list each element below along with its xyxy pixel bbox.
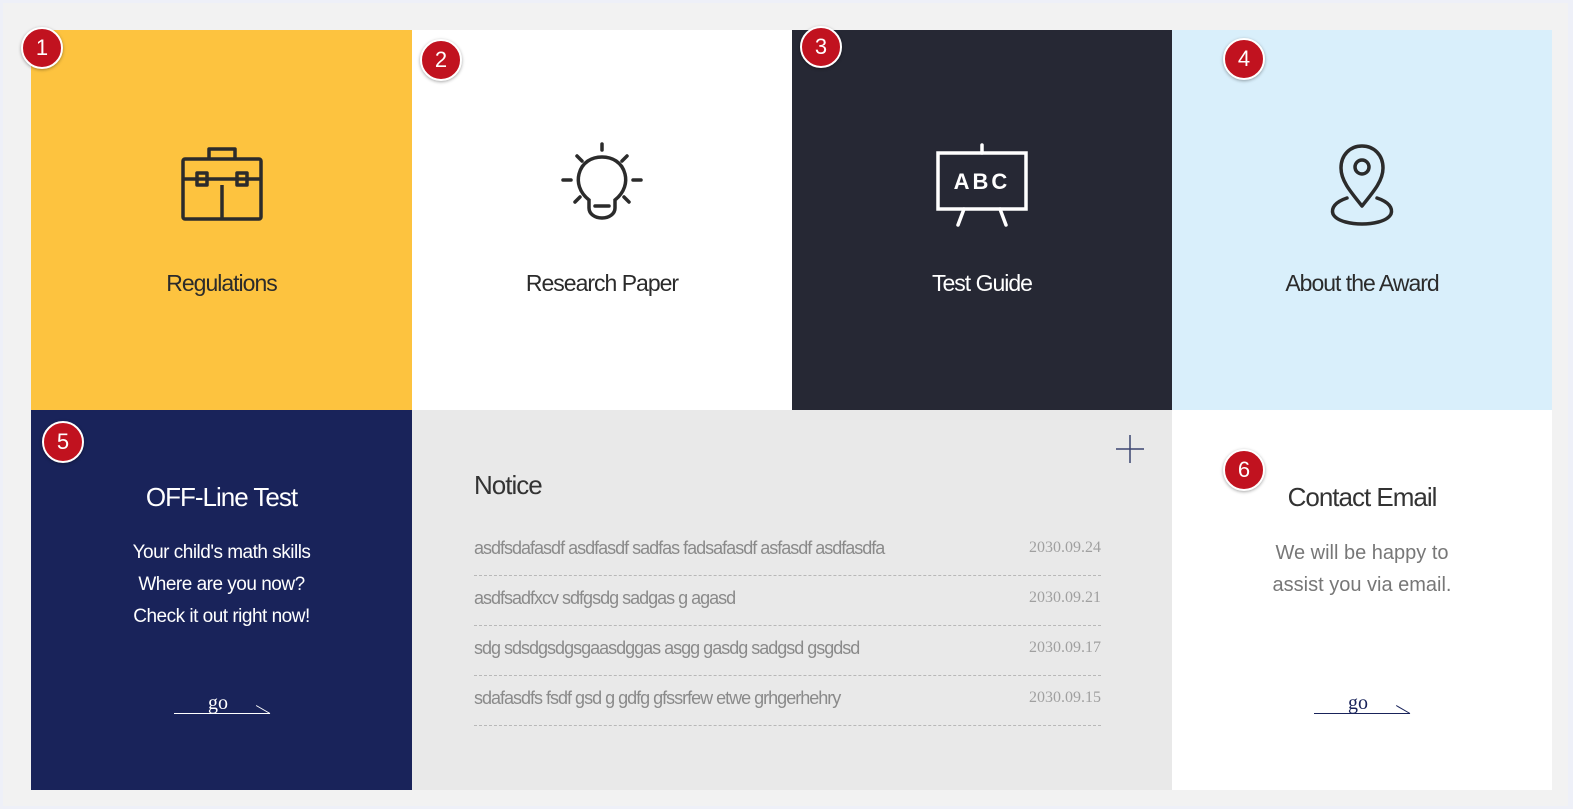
briefcase-icon [31, 140, 412, 230]
contact-go-link[interactable]: go [1314, 692, 1411, 714]
badge-4: 4 [1223, 38, 1265, 80]
notice-item-text: asdfsadfxcv sdfgsdg sadgas g agasd [474, 588, 736, 608]
notice-item-date: 2030.09.21 [1029, 589, 1101, 606]
badge-5: 5 [42, 421, 84, 463]
offline-go-link[interactable]: go [174, 692, 271, 714]
notice-panel: Notice asdfsdafasdf asdfasdf sadfas fads… [412, 410, 1172, 790]
contact-title: Contact Email [1287, 482, 1438, 512]
offline-line-1: Your child's math skills [132, 542, 311, 563]
notice-item[interactable]: sdg sdsdgsdgsgaasdggas asgg gasdg sadgsd… [474, 626, 1101, 676]
notice-item[interactable]: asdfsadfxcv sdfgsdg sadgas g agasd 2030.… [474, 576, 1101, 626]
notice-item-date: 2030.09.15 [1029, 689, 1101, 706]
notice-item[interactable]: asdfsdafasdf asdfasdf sadfas fadsafasdf … [474, 526, 1101, 576]
notice-item-date: 2030.09.17 [1029, 639, 1101, 656]
chalkboard-icon: ABC [792, 140, 1172, 230]
tile-test-guide[interactable]: ABC Test Guide [792, 30, 1172, 410]
notice-item-text: sdg sdsdgsdgsgaasdggas asgg gasdg sadgsd… [474, 638, 860, 658]
contact-line-2: assist you via email. [1272, 574, 1452, 596]
page-frame: Regulations Research Paper ABC Test Guid… [3, 3, 1568, 806]
plus-icon[interactable] [1115, 434, 1145, 464]
tile-offline-test: OFF-Line Test Your child's math skills W… [31, 410, 412, 790]
go-underline [174, 713, 270, 714]
location-pin-icon [1172, 140, 1552, 230]
go-underline [1314, 713, 1410, 714]
tile-label: Test Guide [932, 270, 1033, 296]
lightbulb-icon [412, 140, 792, 230]
notice-item-date: 2030.09.24 [1029, 539, 1101, 556]
chalkboard-text: ABC [954, 169, 1011, 194]
go-text: go [208, 692, 228, 714]
badge-3: 3 [800, 26, 842, 68]
tile-label: About the Award [1285, 270, 1439, 296]
tile-label: Regulations [166, 270, 277, 296]
badge-6: 6 [1223, 449, 1265, 491]
tile-regulations[interactable]: Regulations [31, 30, 412, 410]
notice-item-text: asdfsdafasdf asdfasdf sadfas fadsafasdf … [474, 538, 885, 558]
notice-item[interactable]: sdafasdfs fsdf gsd g gdfg gfssrfew etwe … [474, 676, 1101, 726]
main-grid: Regulations Research Paper ABC Test Guid… [31, 30, 1552, 790]
contact-line-1: We will be happy to [1275, 542, 1449, 564]
notice-item-text: sdafasdfs fsdf gsd g gdfg gfssrfew etwe … [474, 688, 841, 708]
tile-label: Research Paper [525, 270, 679, 296]
offline-line-2: Where are you now? [138, 574, 305, 595]
notice-title: Notice [474, 470, 543, 500]
notice-list: asdfsdafasdf asdfasdf sadfas fadsafasdf … [474, 526, 1101, 726]
offline-title: OFF-Line Test [145, 482, 298, 512]
go-text: go [1348, 692, 1368, 714]
tile-about-award[interactable]: About the Award [1172, 30, 1552, 410]
badge-2: 2 [420, 39, 462, 81]
offline-line-3: Check it out right now! [133, 606, 310, 627]
badge-1: 1 [21, 27, 63, 69]
tile-research-paper[interactable]: Research Paper [412, 30, 792, 410]
